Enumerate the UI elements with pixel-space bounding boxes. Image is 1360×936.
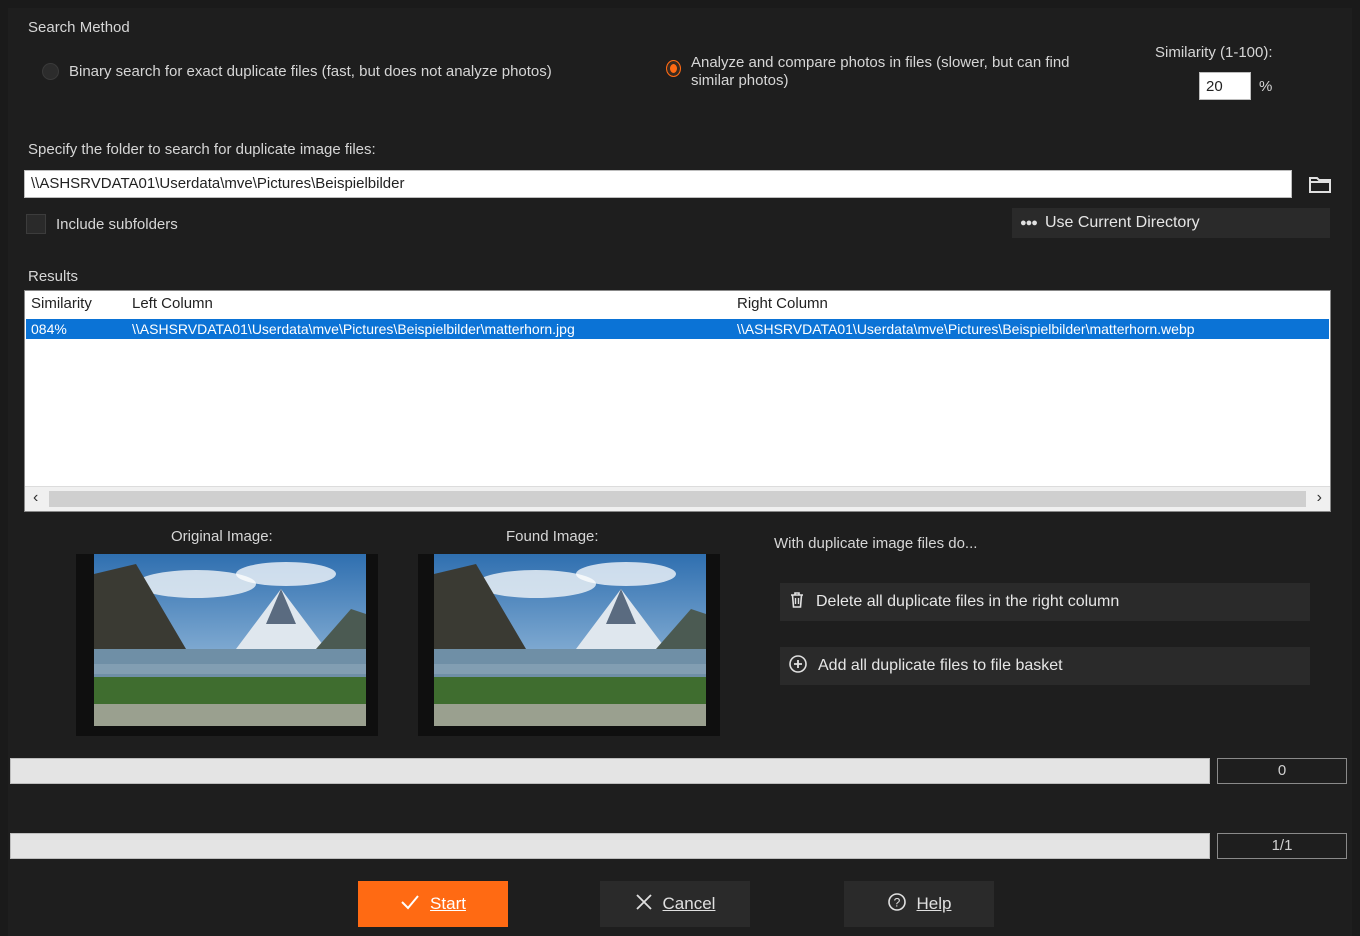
- start-button[interactable]: Start: [358, 881, 508, 927]
- cell-right-path: \\ASHSRVDATA01\Userdata\mve\Pictures\Bei…: [737, 321, 1195, 337]
- ellipsis-icon: ●●●: [1020, 217, 1038, 229]
- original-image-label: Original Image:: [171, 528, 273, 545]
- folder-icon[interactable]: [1308, 172, 1332, 196]
- include-subfolders-label: Include subfolders: [56, 215, 178, 233]
- close-icon: [635, 893, 653, 916]
- cancel-label: Cancel: [662, 894, 716, 913]
- progress-bar-2: [10, 833, 1210, 859]
- delete-duplicates-button[interactable]: Delete all duplicate files in the right …: [780, 583, 1310, 621]
- radio-analyze-photos[interactable]: Analyze and compare photos in files (slo…: [666, 54, 1106, 90]
- svg-text:?: ?: [893, 895, 900, 909]
- use-current-directory-label: Use Current Directory: [1044, 214, 1200, 231]
- checkmark-icon: [400, 894, 420, 915]
- add-circle-icon: [788, 654, 808, 679]
- progress-counter-2: 1/1: [1217, 833, 1347, 859]
- similarity-label: Similarity (1-100):: [1155, 44, 1273, 61]
- similarity-input[interactable]: [1199, 72, 1251, 100]
- delete-duplicates-label: Delete all duplicate files in the right …: [816, 593, 1120, 610]
- horizontal-scrollbar[interactable]: ‹ ›: [25, 486, 1330, 511]
- results-table[interactable]: Similarity Left Column Right Column 084%…: [24, 290, 1331, 512]
- progress-counter-1: 0: [1217, 758, 1347, 784]
- help-label: Help: [916, 894, 952, 913]
- include-subfolders[interactable]: Include subfolders: [26, 214, 178, 234]
- use-current-directory-button[interactable]: ●●● Use Current Directory: [1012, 208, 1330, 238]
- help-button[interactable]: ? Help: [844, 881, 994, 927]
- radio-binary-label: Binary search for exact duplicate files …: [69, 63, 552, 80]
- scrollbar-thumb[interactable]: [49, 491, 1306, 507]
- found-image: [418, 554, 720, 736]
- radio-binary-search[interactable]: Binary search for exact duplicate files …: [42, 63, 552, 80]
- cancel-button[interactable]: Cancel: [600, 881, 750, 927]
- radio-analyze-label: Analyze and compare photos in files (slo…: [690, 54, 1070, 89]
- column-header-right[interactable]: Right Column: [737, 295, 828, 312]
- cell-similarity: 084%: [31, 321, 67, 337]
- folder-label: Specify the folder to search for duplica…: [28, 141, 376, 158]
- actions-heading: With duplicate image files do...: [774, 535, 978, 552]
- add-to-basket-label: Add all duplicate files to file basket: [818, 657, 1063, 674]
- progress-bar-1: [10, 758, 1210, 784]
- radio-binary-indicator[interactable]: [42, 63, 59, 80]
- radio-analyze-indicator[interactable]: [666, 60, 681, 77]
- table-row[interactable]: 084% \\ASHSRVDATA01\Userdata\mve\Picture…: [26, 319, 1329, 339]
- results-heading: Results: [28, 268, 79, 285]
- column-header-left[interactable]: Left Column: [132, 295, 213, 312]
- original-image: [76, 554, 378, 736]
- folder-path-input[interactable]: \\ASHSRVDATA01\Userdata\mve\Pictures\Bei…: [24, 170, 1292, 198]
- cell-left-path: \\ASHSRVDATA01\Userdata\mve\Pictures\Bei…: [132, 321, 575, 337]
- trash-icon: [788, 591, 806, 614]
- scroll-right-icon[interactable]: ›: [1317, 489, 1322, 507]
- include-subfolders-checkbox[interactable]: [26, 214, 46, 234]
- search-method-heading: Search Method: [28, 19, 130, 36]
- column-header-similarity[interactable]: Similarity: [31, 295, 92, 312]
- dialog-window: Search Method Binary search for exact du…: [8, 8, 1352, 936]
- start-label: Start: [430, 894, 466, 913]
- similarity-unit: %: [1259, 78, 1273, 95]
- found-image-label: Found Image:: [506, 528, 599, 545]
- add-to-basket-button[interactable]: Add all duplicate files to file basket: [780, 647, 1310, 685]
- help-circle-icon: ?: [887, 892, 907, 917]
- scroll-left-icon[interactable]: ‹: [33, 489, 38, 507]
